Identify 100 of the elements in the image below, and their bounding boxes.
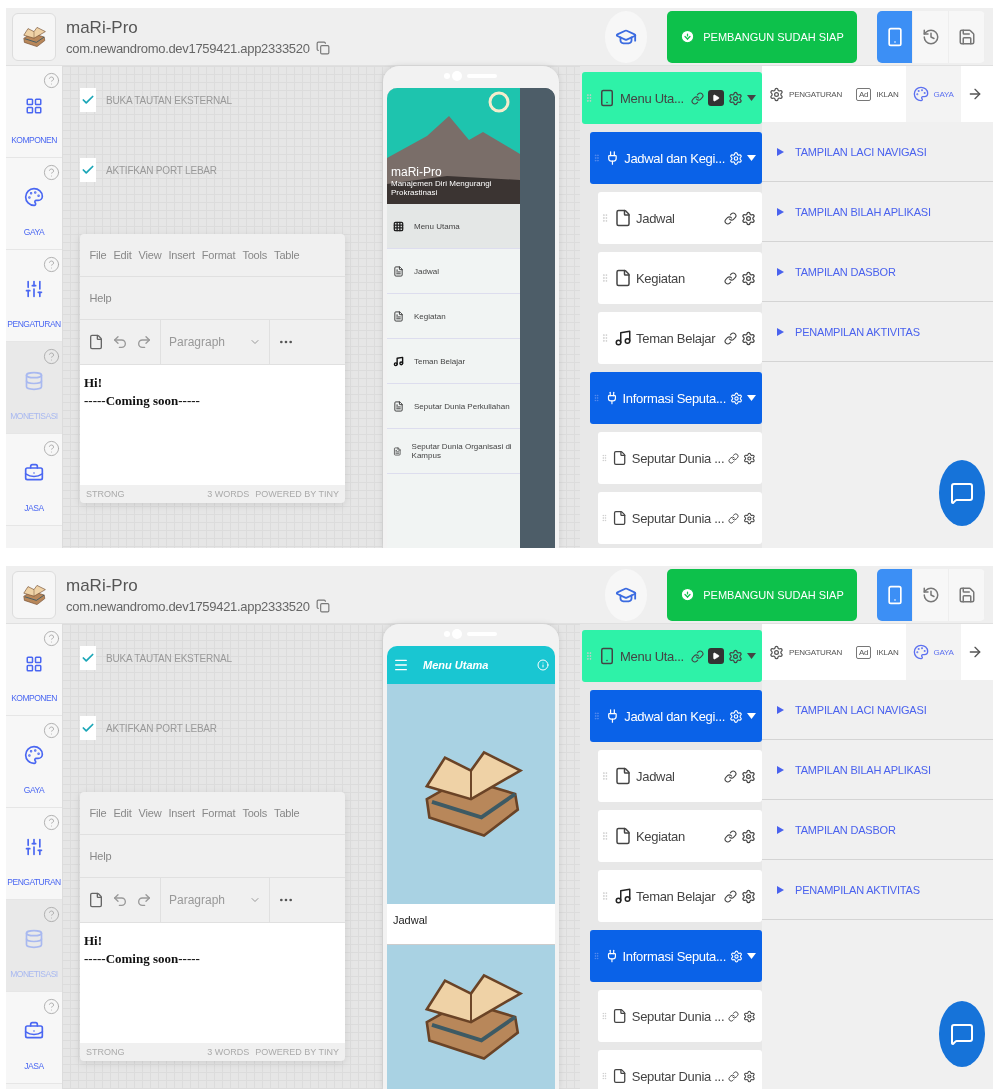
undo-icon[interactable] [112, 892, 128, 908]
drag-handle-icon[interactable] [600, 513, 609, 523]
caret-icon[interactable] [747, 652, 756, 660]
editor-content[interactable]: Hi! -----Coming soon----- [80, 365, 345, 485]
caret-icon[interactable] [776, 147, 785, 156]
settings-icon[interactable] [728, 90, 743, 106]
new-document-icon[interactable] [88, 334, 104, 350]
format-dropdown[interactable]: Paragraph [169, 335, 261, 349]
device-button[interactable] [877, 568, 913, 621]
caret-icon[interactable] [776, 207, 785, 216]
caret-icon[interactable] [747, 154, 756, 162]
tree-item[interactable]: Jadwal [598, 750, 762, 802]
tree-item[interactable]: Jadwal [598, 192, 762, 244]
drag-handle-icon[interactable] [592, 951, 601, 961]
settings-icon[interactable] [743, 1008, 756, 1024]
drag-handle-icon[interactable] [600, 453, 609, 463]
menu-item[interactable]: Help [86, 850, 115, 862]
settings-icon[interactable] [741, 888, 756, 904]
drag-handle-icon[interactable] [600, 273, 610, 283]
section-header[interactable]: TAMPILAN BILAH APLIKASI [762, 182, 993, 242]
caret-icon[interactable] [776, 267, 785, 276]
play-button[interactable] [708, 648, 724, 664]
menu-item[interactable]: Insert [164, 249, 199, 261]
panel-tab[interactable]: GAYA [905, 66, 961, 122]
link-icon[interactable] [728, 1069, 740, 1083]
caret-icon[interactable] [776, 705, 785, 714]
menu-item[interactable]: Table [270, 249, 303, 261]
tree-item[interactable]: Seputar Dunia ... [598, 432, 762, 484]
tree-item[interactable]: Menu Uta... [582, 72, 762, 124]
tree-item[interactable]: Informasi Seputa... [590, 930, 762, 982]
device-button[interactable] [913, 568, 949, 621]
link-icon[interactable] [691, 649, 704, 663]
drag-handle-icon[interactable] [592, 393, 601, 403]
menu-item[interactable]: Edit [109, 807, 136, 819]
checkbox[interactable] [80, 158, 96, 182]
menu-item[interactable]: Insert [164, 807, 199, 819]
play-button[interactable] [708, 90, 724, 106]
link-icon[interactable] [728, 511, 740, 525]
settings-icon[interactable] [741, 330, 756, 346]
caret-icon[interactable] [776, 327, 785, 336]
tutorial-button[interactable] [605, 10, 647, 63]
menu-item[interactable]: Tools [238, 249, 271, 261]
new-document-icon[interactable] [88, 892, 104, 908]
tree-item[interactable]: Seputar Dunia ... [598, 492, 762, 544]
copy-icon[interactable] [315, 41, 330, 55]
settings-icon[interactable] [743, 510, 756, 526]
menu-item[interactable]: Table [270, 807, 303, 819]
editor-content[interactable]: Hi! -----Coming soon----- [80, 923, 345, 1043]
drag-handle-icon[interactable] [600, 1071, 609, 1081]
section-header[interactable]: TAMPILAN DASBOR [762, 242, 993, 302]
tree-item[interactable]: Teman Belajar [598, 312, 762, 364]
checkbox[interactable] [80, 88, 96, 112]
drag-handle-icon[interactable] [600, 213, 610, 223]
caret-icon[interactable] [776, 825, 785, 834]
link-icon[interactable] [724, 211, 737, 225]
caret-icon[interactable] [747, 394, 756, 402]
section-header[interactable]: TAMPILAN DASBOR [762, 800, 993, 860]
menu-item[interactable]: Format [198, 249, 239, 261]
tree-item[interactable]: Jadwal dan Kegi... [590, 690, 762, 742]
format-dropdown[interactable]: Paragraph [169, 893, 261, 907]
settings-icon[interactable] [743, 450, 756, 466]
menu-item[interactable]: File [86, 807, 110, 819]
drag-handle-icon[interactable] [592, 153, 602, 163]
link-icon[interactable] [724, 829, 737, 843]
drag-handle-icon[interactable] [600, 1011, 609, 1021]
tree-item[interactable]: Kegiatan [598, 810, 762, 862]
drag-handle-icon[interactable] [584, 651, 594, 661]
menu-item[interactable]: Help [86, 292, 115, 304]
settings-icon[interactable] [730, 948, 743, 964]
device-button[interactable] [877, 10, 913, 63]
tree-item[interactable]: Teman Belajar [598, 870, 762, 922]
menu-item[interactable]: View [135, 249, 165, 261]
settings-icon[interactable] [741, 270, 756, 286]
drag-handle-icon[interactable] [600, 771, 610, 781]
checkbox[interactable] [80, 646, 96, 670]
copy-icon[interactable] [315, 599, 330, 613]
device-button[interactable] [913, 10, 949, 63]
link-icon[interactable] [724, 271, 737, 285]
build-button[interactable]: PEMBANGUN SUDAH SIAP [667, 568, 857, 621]
caret-icon[interactable] [747, 94, 756, 102]
drawer-item[interactable]: Menu Utama [387, 204, 520, 249]
caret-icon[interactable] [776, 885, 785, 894]
settings-icon[interactable] [743, 1068, 756, 1084]
menu-item[interactable]: Edit [109, 249, 136, 261]
drag-handle-icon[interactable] [600, 831, 610, 841]
link-icon[interactable] [724, 769, 737, 783]
tree-item[interactable]: Jadwal dan Kegi... [590, 132, 762, 184]
device-button[interactable] [949, 568, 985, 621]
settings-icon[interactable] [741, 210, 756, 226]
section-header[interactable]: PENAMPILAN AKTIVITAS [762, 860, 993, 920]
checkbox[interactable] [80, 716, 96, 740]
panel-tab[interactable]: GAYA [905, 624, 961, 680]
drag-handle-icon[interactable] [584, 93, 594, 103]
drag-handle-icon[interactable] [600, 891, 610, 901]
section-header[interactable]: TAMPILAN LACI NAVIGASI [762, 122, 993, 182]
drag-handle-icon[interactable] [592, 711, 602, 721]
tree-item[interactable]: Kegiatan [598, 252, 762, 304]
settings-icon[interactable] [730, 390, 743, 406]
menu-item[interactable]: File [86, 249, 110, 261]
drag-handle-icon[interactable] [600, 333, 610, 343]
